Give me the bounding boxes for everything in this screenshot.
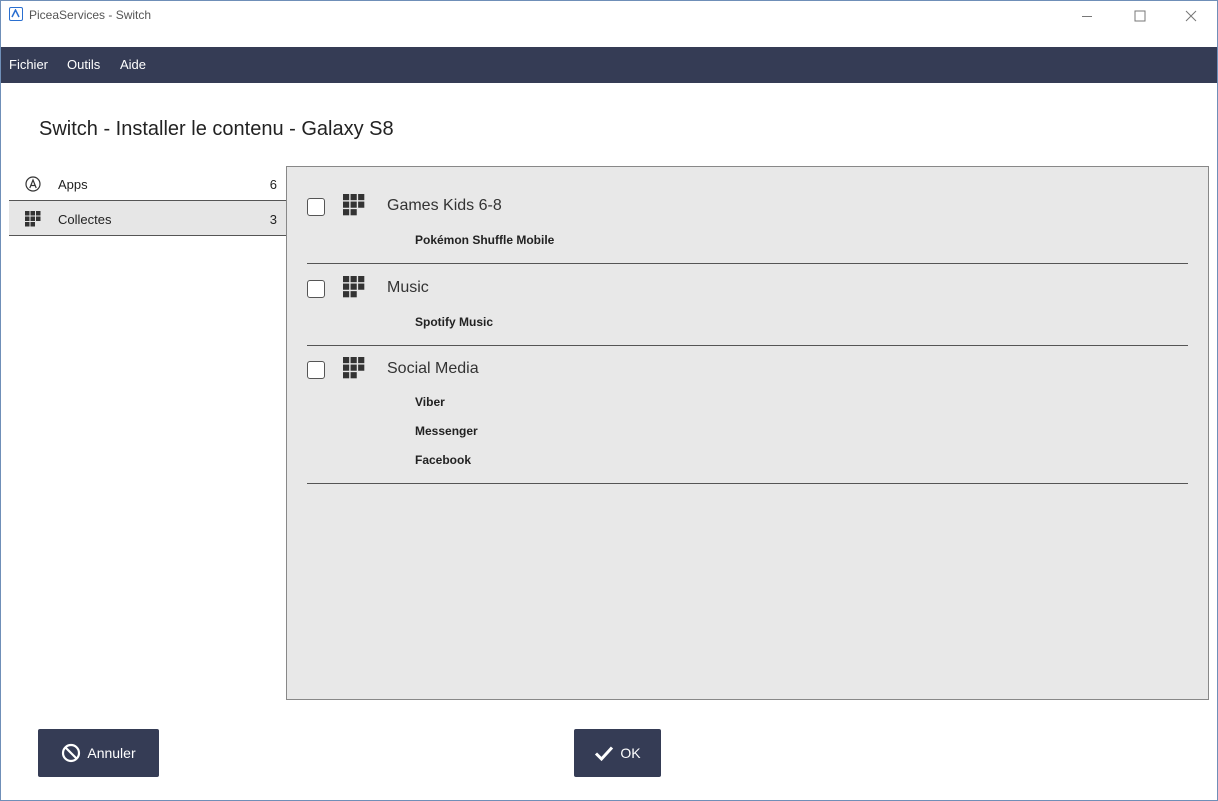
close-button[interactable] xyxy=(1168,1,1214,31)
collection-group: Music Spotify Music xyxy=(307,271,1188,346)
app-name: Pokémon Shuffle Mobile xyxy=(415,233,555,247)
grid-icon xyxy=(343,357,365,379)
sidebar-item-label: Apps xyxy=(58,177,88,192)
collection-group: Games Kids 6-8 Pokémon Shuffle Mobile xyxy=(307,189,1188,264)
window-title: PiceaServices - Switch xyxy=(29,8,152,22)
minimize-icon xyxy=(1082,16,1092,17)
ok-button-label: OK xyxy=(620,745,641,761)
sidebar-item-count: 6 xyxy=(269,177,277,192)
menu-fichier[interactable]: Fichier xyxy=(9,57,48,72)
minimize-button[interactable] xyxy=(1064,1,1110,31)
menu-aide[interactable]: Aide xyxy=(120,57,146,72)
collection-title: Music xyxy=(387,279,429,296)
page-title: Switch - Installer le contenu - Galaxy S… xyxy=(39,118,394,140)
check-icon xyxy=(595,746,614,762)
grid-icon xyxy=(343,194,365,216)
menu-bar: Fichier Outils Aide xyxy=(1,47,1217,83)
sidebar-item-collectes[interactable]: Collectes 3 xyxy=(9,201,286,236)
collections-panel: Games Kids 6-8 Pokémon Shuffle Mobile Mu… xyxy=(286,166,1209,700)
app-window: PiceaServices - Switch Fichier Outils Ai… xyxy=(0,0,1218,801)
collection-checkbox[interactable] xyxy=(307,280,325,298)
cancel-button-label: Annuler xyxy=(87,745,136,761)
collection-checkbox[interactable] xyxy=(307,361,325,379)
app-name: Spotify Music xyxy=(415,315,494,329)
sidebar: Apps 6 Collectes 3 xyxy=(9,166,286,236)
sidebar-item-count: 3 xyxy=(269,212,277,227)
maximize-button[interactable] xyxy=(1117,1,1163,31)
sidebar-item-apps[interactable]: Apps 6 xyxy=(9,166,286,201)
grid-icon xyxy=(25,211,41,227)
cancel-icon xyxy=(62,743,81,763)
ok-button[interactable]: OK xyxy=(574,729,661,777)
collection-title: Games Kids 6-8 xyxy=(387,197,502,214)
app-name: Messenger xyxy=(415,424,478,438)
collection-group: Social Media Viber Messenger Facebook xyxy=(307,352,1188,484)
maximize-icon xyxy=(1134,10,1146,22)
app-logo-icon xyxy=(9,7,23,21)
app-name: Facebook xyxy=(415,453,472,467)
collection-title: Social Media xyxy=(387,360,479,377)
close-icon xyxy=(1185,10,1197,22)
title-bar: PiceaServices - Switch xyxy=(1,1,1217,31)
collection-checkbox[interactable] xyxy=(307,198,325,216)
app-name: Viber xyxy=(415,395,445,409)
sidebar-item-label: Collectes xyxy=(58,212,112,227)
apps-circle-icon xyxy=(25,176,41,192)
grid-icon xyxy=(343,276,365,298)
menu-outils[interactable]: Outils xyxy=(67,57,100,72)
cancel-button[interactable]: Annuler xyxy=(38,729,159,777)
